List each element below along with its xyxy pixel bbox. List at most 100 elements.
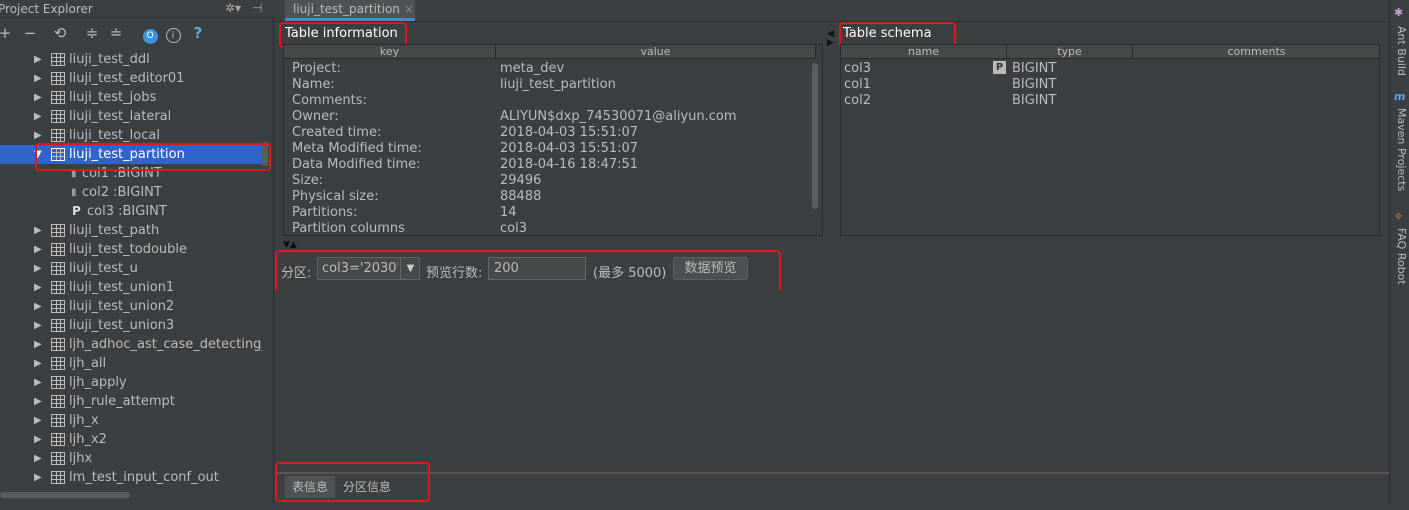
info-value: 2018-04-03 15:51:07 xyxy=(500,141,639,156)
table-icon xyxy=(51,319,65,332)
table-icon xyxy=(51,53,65,66)
tree-column-item[interactable]: P col3 :BIGINT xyxy=(0,202,262,221)
tree-item[interactable]: ▶ liuji_test_lateral xyxy=(0,107,262,126)
odps-icon[interactable]: O xyxy=(140,22,160,44)
splitter-arrows-icon[interactable]: ◀ ▶ xyxy=(827,30,834,48)
splitter-handle-icon[interactable]: ▼▲ xyxy=(283,240,297,250)
project-tree: ▶ liuji_test_ddl ▶ liuji_test_editor01 ▶… xyxy=(0,50,262,490)
expand-arrow-icon[interactable]: ▶ xyxy=(34,297,42,316)
tree-item-label: liuji_test_union2 xyxy=(69,299,175,314)
table-icon xyxy=(51,243,65,256)
expand-arrow-icon[interactable]: ▶ xyxy=(34,50,42,69)
partition-preview-bar: 分区: col3='2030' ▼ 预览行数: (最多 5000) 数据预览 xyxy=(275,255,795,285)
tree-item[interactable]: ▶ liuji_test_path xyxy=(0,221,262,240)
ant-icon: ✱ xyxy=(1394,6,1404,19)
tab-partition-info[interactable]: 分区信息 xyxy=(339,476,395,498)
tab-table-info[interactable]: 表信息 xyxy=(285,476,335,498)
tree-item[interactable]: ▶ ljhx xyxy=(0,449,262,468)
tree-item[interactable]: ▶ liuji_test_local xyxy=(0,126,262,145)
tree-item-label: ljh_adhoc_ast_case_detecting_r xyxy=(69,337,262,352)
expand-arrow-icon[interactable]: ▶ xyxy=(34,316,42,335)
table-information-grid: key value Project: meta_dev Name: liuji_… xyxy=(283,44,823,236)
table-schema-grid: name type comments col3 P BIGINT col1 BI… xyxy=(840,44,1380,236)
close-icon[interactable]: × xyxy=(404,2,414,16)
column-header-key[interactable]: key xyxy=(284,45,496,59)
expand-arrow-icon[interactable]: ▶ xyxy=(34,468,42,487)
tree-item[interactable]: ▶ ljh_apply xyxy=(0,373,262,392)
tree-item[interactable]: ▶ liuji_test_union1 xyxy=(0,278,262,297)
tool-tab-faq-robot[interactable]: FAQ Robot xyxy=(1392,228,1408,285)
collapse-arrow-icon[interactable]: ▼ xyxy=(34,145,42,164)
editor-tab[interactable]: liuji_test_partition × xyxy=(285,0,415,21)
tree-item-label: ljh_apply xyxy=(69,375,127,390)
tree-item[interactable]: ▶ liuji_test_todouble xyxy=(0,240,262,259)
expand-arrow-icon[interactable]: ▶ xyxy=(34,240,42,259)
info-grid-scrollbar[interactable] xyxy=(812,63,818,209)
collapse-all-icon[interactable]: ≐ xyxy=(106,22,126,44)
expand-arrow-icon[interactable]: ▶ xyxy=(34,69,42,88)
tree-item[interactable]: ▶ lm_test_input_conf_out xyxy=(0,468,262,487)
tree-item[interactable]: ▶ liuji_test_u xyxy=(0,259,262,278)
column-header-type[interactable]: type xyxy=(1007,45,1133,59)
expand-arrow-icon[interactable]: ▶ xyxy=(34,107,42,126)
column-header-value[interactable]: value xyxy=(496,45,816,59)
table-icon xyxy=(51,414,65,427)
tree-item[interactable]: ▶ ljh_rule_attempt xyxy=(0,392,262,411)
data-preview-button[interactable]: 数据预览 xyxy=(673,257,748,280)
expand-arrow-icon[interactable]: ▶ xyxy=(34,449,42,468)
refresh-icon[interactable]: ⟲ xyxy=(50,22,70,44)
tree-item-selected[interactable]: ▼ liuji_test_partition xyxy=(0,145,262,164)
partition-select-value: col3='2030' xyxy=(322,261,398,276)
expand-arrow-icon[interactable]: ▶ xyxy=(34,430,42,449)
expand-arrow-icon[interactable]: ▶ xyxy=(34,259,42,278)
expand-arrow-icon[interactable]: ▶ xyxy=(34,88,42,107)
expand-all-icon[interactable]: ≑ xyxy=(82,22,102,44)
table-icon xyxy=(51,338,65,351)
tree-scrollbar[interactable] xyxy=(262,142,268,166)
expand-arrow-icon[interactable]: ▶ xyxy=(34,354,42,373)
remove-icon[interactable]: − xyxy=(20,22,40,44)
tool-tab-maven-projects[interactable]: Maven Projects xyxy=(1392,108,1408,191)
tree-item[interactable]: ▶ ljh_all xyxy=(0,354,262,373)
table-icon xyxy=(51,72,65,85)
column-icon: ▮ xyxy=(71,187,77,198)
tool-tab-ant-build[interactable]: Ant Build xyxy=(1392,26,1408,76)
partition-select[interactable]: col3='2030' ▼ xyxy=(317,257,420,280)
tree-item[interactable]: ▶ ljh_x xyxy=(0,411,262,430)
tree-column-item[interactable]: ▮ col1 :BIGINT xyxy=(0,164,262,183)
chevron-down-icon[interactable]: ▼ xyxy=(400,258,420,279)
tree-item-label: liuji_test_u xyxy=(69,261,138,276)
column-header-name[interactable]: name xyxy=(841,45,1007,59)
add-icon[interactable]: + xyxy=(0,22,15,44)
preview-rows-label: 预览行数: xyxy=(426,266,483,281)
expand-arrow-icon[interactable]: ▶ xyxy=(34,411,42,430)
partition-label: 分区: xyxy=(281,266,312,281)
project-explorer-header: Project Explorer ✲▾ ⊣ xyxy=(0,0,274,18)
info-key: Created time: xyxy=(292,125,382,140)
gear-icon[interactable]: ✲▾ xyxy=(225,1,241,15)
table-icon xyxy=(51,148,65,161)
preview-rows-input[interactable] xyxy=(488,257,586,280)
maven-icon: m xyxy=(1394,90,1406,103)
expand-arrow-icon[interactable]: ▶ xyxy=(34,221,42,240)
expand-arrow-icon[interactable]: ▶ xyxy=(34,126,42,145)
tree-item[interactable]: ▶ ljh_adhoc_ast_case_detecting_r xyxy=(0,335,262,354)
horizontal-scrollbar[interactable] xyxy=(0,492,130,498)
tree-item[interactable]: ▶ liuji_test_union2 xyxy=(0,297,262,316)
info-value: 88488 xyxy=(500,189,542,204)
tree-column-item[interactable]: ▮ col2 :BIGINT xyxy=(0,183,262,202)
hide-panel-icon[interactable]: ⊣ xyxy=(252,1,262,15)
tree-item[interactable]: ▶ ljh_x2 xyxy=(0,430,262,449)
column-header-comments[interactable]: comments xyxy=(1133,45,1379,59)
info-icon[interactable]: i xyxy=(163,22,183,44)
expand-arrow-icon[interactable]: ▶ xyxy=(34,278,42,297)
expand-arrow-icon[interactable]: ▶ xyxy=(34,335,42,354)
tree-item[interactable]: ▶ liuji_test_editor01 xyxy=(0,69,262,88)
expand-arrow-icon[interactable]: ▶ xyxy=(34,373,42,392)
project-explorer-title: Project Explorer xyxy=(0,2,93,16)
tree-item[interactable]: ▶ liuji_test_union3 xyxy=(0,316,262,335)
help-icon[interactable]: ? xyxy=(188,22,208,44)
expand-arrow-icon[interactable]: ▶ xyxy=(34,392,42,411)
tree-item[interactable]: ▶ liuji_test_ddl xyxy=(0,50,262,69)
tree-item[interactable]: ▶ liuji_test_jobs xyxy=(0,88,262,107)
